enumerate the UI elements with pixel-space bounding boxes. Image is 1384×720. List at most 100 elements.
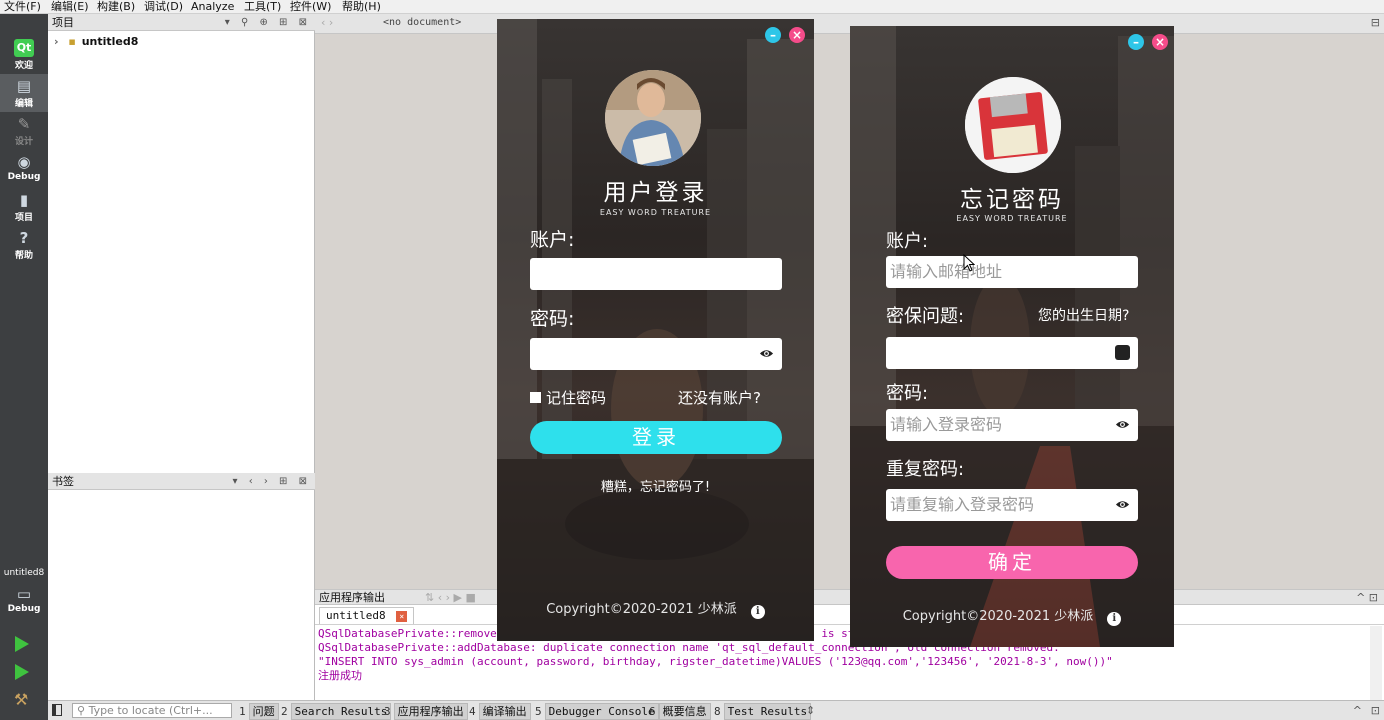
more-tabs-icon[interactable]: ⇕ <box>806 704 815 717</box>
project-icon: ▮ <box>19 191 29 209</box>
panel-maximize-icon[interactable]: ^ ⊡ <box>1356 590 1378 605</box>
calendar-icon[interactable] <box>1115 345 1130 360</box>
mode-design[interactable]: ✎ 设计 <box>0 112 48 150</box>
password-label: 密码: <box>886 383 929 404</box>
register-link[interactable]: 还没有账户? <box>678 387 761 408</box>
folder-icon: ▪ <box>68 35 76 48</box>
minimize-button[interactable]: – <box>1128 34 1144 50</box>
expand-arrow-icon[interactable]: › <box>54 35 59 48</box>
search-icon: ⚲ <box>77 704 86 717</box>
status-tab-issues[interactable]: 1 问题 <box>236 703 279 720</box>
sidebar-toggle-icon[interactable] <box>52 704 62 716</box>
bookmarks-header: 书签 ▾ ‹ › ⊞ ⊠ <box>48 473 315 490</box>
eye-icon[interactable] <box>1115 497 1130 512</box>
output-tab[interactable]: untitled8 × <box>319 607 415 624</box>
status-tab-compile-output[interactable]: 4 编译输出 <box>466 703 531 720</box>
close-button[interactable]: × <box>789 27 805 43</box>
output-line: "INSERT INTO sys_admin (account, passwor… <box>318 655 1113 668</box>
panel-tools[interactable]: ▾ ‹ › ⊞ ⊠ <box>233 473 312 490</box>
status-tab-search[interactable]: 2 Search Results <box>278 703 392 720</box>
panel-tools[interactable]: ▾ ⚲ ⊕ ⊞ ⊠ <box>225 14 311 31</box>
remember-label[interactable]: 记住密码 <box>546 387 606 408</box>
tree-item[interactable]: › ▪ untitled8 <box>54 35 138 48</box>
mode-sidebar: Qt 欢迎 ▤ 编辑 ✎ 设计 ◉ Debug ▮ 项目 ? 帮助 untitl… <box>0 14 48 720</box>
login-window: – × 用户登录 EASY WORD TREATURE 账户: 密码: 记住密码… <box>497 19 814 641</box>
nav-back-icon[interactable]: ‹ › <box>321 16 333 29</box>
mode-debug[interactable]: ◉ Debug <box>0 150 48 188</box>
output-line: QSqlDatabasePrivate::removeDatabase: con… <box>318 627 1139 640</box>
kit-mode-label: Debug <box>7 604 41 614</box>
eye-icon[interactable] <box>759 346 774 361</box>
mode-welcome[interactable]: Qt 欢迎 <box>0 36 48 74</box>
info-icon[interactable]: i <box>1107 612 1122 626</box>
document-selector[interactable]: <no document> <box>383 17 461 28</box>
repeat-password-placeholder: 请重复输入登录密码 <box>890 495 1035 514</box>
menu-analyze[interactable]: Analyze <box>191 0 234 14</box>
panel-up-icon[interactable]: ^ <box>1353 704 1362 717</box>
new-password-input[interactable]: 请输入登录密码 <box>886 409 1138 441</box>
debug-run-icon[interactable] <box>15 664 29 680</box>
status-tab-debugger-console[interactable]: 5 Debugger Console <box>532 703 659 720</box>
copyright-text: Copyright©2020-2021 少林派 <box>902 609 1094 624</box>
output-line: 注册成功 <box>318 669 362 682</box>
confirm-button[interactable]: 确定 <box>886 546 1138 579</box>
account-input[interactable] <box>530 258 782 290</box>
debug-icon: ◉ <box>17 153 31 171</box>
output-header-label: 应用程序输出 <box>319 591 385 604</box>
tab-label: 问题 <box>248 703 279 720</box>
reading-man-image <box>605 70 701 166</box>
build-hammer-icon[interactable]: ⚒ <box>14 690 28 709</box>
login-subtitle: EASY WORD TREATURE <box>599 208 712 217</box>
mode-label: 欢迎 <box>14 61 33 71</box>
repeat-password-input[interactable]: 请重复输入登录密码 <box>886 489 1138 521</box>
menu-edit[interactable]: 编辑(E) <box>51 0 89 14</box>
mode-projects[interactable]: ▮ 项目 <box>0 188 48 226</box>
tab-label: Test Results <box>723 703 812 720</box>
status-tab-app-output[interactable]: 3 应用程序输出 <box>381 703 468 720</box>
forgot-password-window: – × 忘记密码 EASY WORD TREATURE 账户: 请输入邮箱地址 … <box>850 26 1174 647</box>
password-label: 密码: <box>530 308 575 330</box>
menu-build[interactable]: 构建(B) <box>97 0 135 14</box>
menu-file[interactable]: 文件(F) <box>4 0 41 14</box>
menu-help[interactable]: 帮助(H) <box>342 0 381 14</box>
mouse-cursor-icon <box>963 254 975 272</box>
login-button[interactable]: 登录 <box>530 421 782 454</box>
tab-label: Debugger Console <box>544 703 659 720</box>
answer-input[interactable] <box>886 337 1138 369</box>
repeat-password-label: 重复密码: <box>886 459 965 480</box>
qt-logo-icon: Qt <box>14 39 34 57</box>
output-toolbar[interactable]: ⇅ ‹ › ▶ ■ <box>425 590 476 605</box>
tab-number: 5 <box>535 705 542 718</box>
eye-icon[interactable] <box>1115 417 1130 432</box>
password-input[interactable] <box>530 338 782 370</box>
close-icon[interactable]: × <box>396 611 408 622</box>
account-label: 账户: <box>530 229 575 251</box>
login-title: 用户登录 <box>603 180 708 206</box>
tab-label: Search Results <box>290 703 392 720</box>
status-tab-test-results[interactable]: 8 Test Results <box>711 703 812 720</box>
mode-edit[interactable]: ▤ 编辑 <box>0 74 48 112</box>
forgot-password-link[interactable]: 糟糕，忘记密码了! <box>497 476 814 495</box>
remember-checkbox[interactable] <box>530 392 541 403</box>
panel-toggle-icon[interactable]: ⊡ <box>1371 704 1380 717</box>
mode-help[interactable]: ? 帮助 <box>0 226 48 264</box>
status-tab-summary[interactable]: 6 概要信息 <box>646 703 711 720</box>
run-icon[interactable] <box>15 636 29 652</box>
info-icon[interactable]: i <box>750 605 765 619</box>
kit-selector[interactable]: ▭ Debug <box>0 582 48 620</box>
scrollbar[interactable] <box>1370 626 1382 700</box>
menu-debug[interactable]: 调试(D) <box>144 0 183 14</box>
forgot-title: 忘记密码 <box>960 187 1064 213</box>
tab-label: 编译输出 <box>478 703 531 720</box>
projects-panel: 项目 ▾ ⚲ ⊕ ⊞ ⊠ › ▪ untitled8 <box>48 14 315 474</box>
locate-input[interactable]: ⚲ Type to locate (Ctrl+... <box>72 703 232 718</box>
account-label: 账户: <box>886 231 929 252</box>
close-button[interactable]: × <box>1152 34 1168 50</box>
menu-controls[interactable]: 控件(W) <box>290 0 331 14</box>
mode-label: 项目 <box>14 213 33 223</box>
tab-label: 概要信息 <box>658 703 711 720</box>
email-input[interactable]: 请输入邮箱地址 <box>886 256 1138 288</box>
split-icon[interactable]: ⊟ <box>1371 16 1380 29</box>
menu-tools[interactable]: 工具(T) <box>244 0 281 14</box>
minimize-button[interactable]: – <box>765 27 781 43</box>
